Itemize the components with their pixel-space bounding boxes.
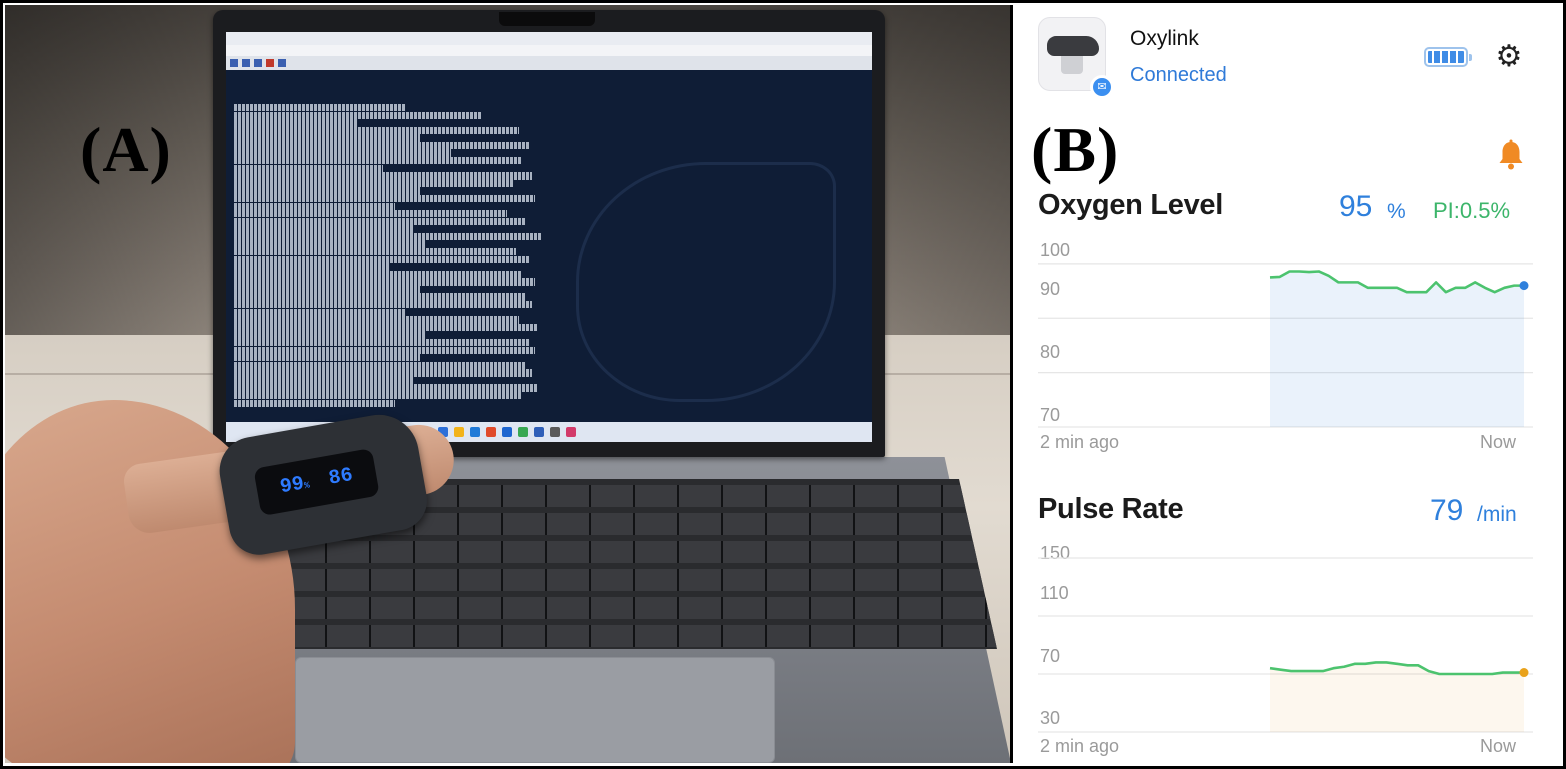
laptop-touchpad bbox=[295, 657, 775, 763]
current-value-marker bbox=[1519, 668, 1529, 678]
laptop-screen bbox=[226, 32, 872, 442]
oximeter-display: 99% 86 bbox=[253, 448, 380, 517]
oximeter-spo2: 99 bbox=[278, 472, 306, 500]
app-panel: ✉ Oxylink Connected ⚙ (B) Oxygen Level 9… bbox=[1016, 5, 1561, 763]
device-name: Oxylink bbox=[1130, 27, 1199, 50]
panel-b-label: (B) bbox=[1031, 114, 1120, 185]
oxygen-time-end: Now bbox=[1480, 432, 1517, 452]
bluetooth-icon: ✉ bbox=[1090, 75, 1114, 99]
panel-a-label: (A) bbox=[80, 114, 172, 185]
oxygen-chart bbox=[1038, 263, 1533, 428]
bell-icon[interactable] bbox=[1496, 139, 1526, 171]
pulse-time-end: Now bbox=[1480, 736, 1517, 756]
pulse-rate-title: Pulse Rate bbox=[1038, 493, 1184, 525]
laptop-webcam bbox=[499, 12, 595, 26]
oxygen-level-title: Oxygen Level bbox=[1038, 189, 1223, 221]
battery-icon bbox=[1424, 47, 1472, 67]
terminal-output bbox=[234, 104, 544, 407]
vm-menubar bbox=[226, 45, 872, 56]
pulse-unit: /min bbox=[1477, 503, 1517, 526]
oximeter-pulse: 86 bbox=[326, 463, 355, 491]
pulse-time-start: 2 min ago bbox=[1040, 736, 1120, 756]
photo-panel: 99% 86 (A) bbox=[5, 5, 1013, 763]
gear-icon[interactable]: ⚙ bbox=[1493, 41, 1525, 73]
terminal-title bbox=[226, 77, 872, 89]
oxygen-unit: % bbox=[1387, 200, 1406, 223]
chart-area-fill bbox=[1270, 271, 1524, 427]
vm-window-titlebar bbox=[226, 32, 872, 45]
oximeter-spo2-unit: % bbox=[303, 480, 311, 492]
pulse-chart bbox=[1038, 557, 1533, 733]
pulse-value: 79 bbox=[1430, 494, 1464, 527]
current-value-marker bbox=[1519, 281, 1529, 291]
vm-toolbar bbox=[226, 56, 872, 70]
connection-status: Connected bbox=[1130, 64, 1227, 86]
perfusion-index: PI:0.5% bbox=[1433, 198, 1511, 223]
oxygen-time-start: 2 min ago bbox=[1040, 432, 1120, 452]
kali-dragon-watermark bbox=[576, 162, 836, 402]
oxygen-value: 95 bbox=[1339, 190, 1373, 223]
laptop-lid bbox=[213, 10, 885, 457]
